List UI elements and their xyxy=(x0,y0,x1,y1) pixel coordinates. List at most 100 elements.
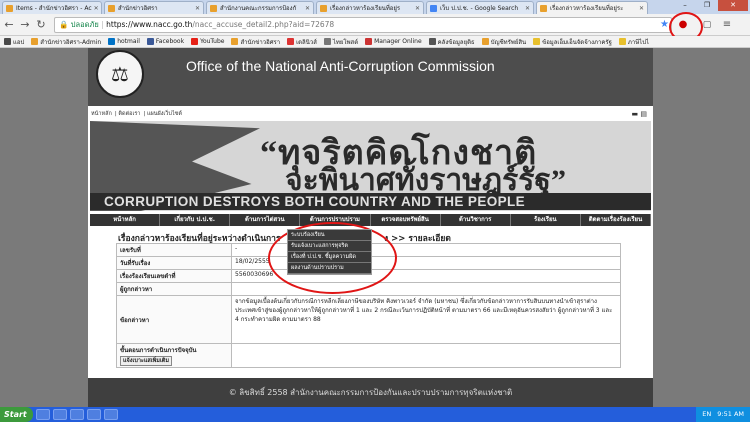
bookmark-item[interactable]: hotmail xyxy=(108,38,140,45)
site-favicon xyxy=(108,4,115,12)
nav-about[interactable]: เกี่ยวกับ ป.ป.ช. xyxy=(160,214,231,226)
table-row: ข้อกล่าวหา จากข้อมูลเบื้องต้นเกี่ยวกับกรณ… xyxy=(116,295,621,344)
top-links: หน้าหลัก | ติดต่อเรา | แผนผังเว็บไซต์ xyxy=(91,111,182,117)
browser-tab[interactable]: เรื่องกล่าวหาร้องเรียนที่อยู่ร ✕ xyxy=(316,1,424,14)
table-row: ขั้นตอนการดำเนินการปัจจุบัน แจ้งเบาะแสเพิ… xyxy=(116,343,621,368)
windows-taskbar: Start EN 9:51 AM xyxy=(0,407,750,422)
browser-tab-active[interactable]: เรื่องกล่าวหาร้องเรียนที่อยู่ระ ✕ xyxy=(536,1,648,14)
browser-tab[interactable]: เว็บ ป.ป.ช. - Google Search ✕ xyxy=(426,1,534,14)
taskbar-app-icon[interactable] xyxy=(69,409,84,420)
browser-tab[interactable]: สำนักข่าวอิศรา ✕ xyxy=(104,1,204,14)
dropdown-item[interactable]: รับแจ้งเบาะแสการทุจริต xyxy=(288,241,371,252)
main-nav: หน้าหลัก เกี่ยวกับ ป.ป.ช. ด้านการไต่สวน … xyxy=(90,214,651,226)
print-icon[interactable]: ▤ xyxy=(640,110,647,118)
field-label: เรื่องร้องเรียนเลขดำที่ xyxy=(116,269,232,283)
browser-tab[interactable]: Items - สำนักข่าวอิศรา - Ac ✕ xyxy=(2,1,102,14)
forward-arrow-icon[interactable]: → xyxy=(18,18,32,32)
report-more-button[interactable]: แจ้งเบาะแสเพิ่มเติม xyxy=(120,356,172,366)
folder-icon xyxy=(618,38,626,45)
language-indicator[interactable]: EN xyxy=(702,407,711,422)
bookmark-item[interactable]: ไทยโพสต์ xyxy=(323,37,358,47)
nav-track-complaint[interactable]: ติดตามเรื่องร้องเรียน xyxy=(581,214,651,226)
taskbar-app-icon[interactable] xyxy=(52,409,67,420)
hero-banner: “ทุจริตคิดโกงชาติ จะพินาศทั้งราษฎร์รัฐ” … xyxy=(90,121,651,211)
nacc-seal-logo[interactable]: ⚖ xyxy=(96,50,144,98)
dropdown-item[interactable]: ระบบร้องเรียน xyxy=(288,230,371,241)
link-home[interactable]: หน้าหลัก xyxy=(91,111,112,117)
field-label: วันที่รับเรื่อง xyxy=(116,256,232,270)
site-favicon xyxy=(210,4,217,12)
google-favicon xyxy=(430,4,437,12)
bookmark-item[interactable]: แอป xyxy=(4,37,24,47)
bookmark-item[interactable]: คลังข้อมูลยุติธ xyxy=(428,37,475,47)
site-title: Office of the National Anti-Corruption C… xyxy=(186,58,495,74)
nav-investigation[interactable]: ด้านการไต่สวน xyxy=(230,214,301,226)
bookmark-item[interactable]: บัญชีทรัพย์สิน xyxy=(481,37,526,47)
close-tab-icon[interactable]: ✕ xyxy=(303,5,310,12)
nav-dropdown-menu: ระบบร้องเรียน รับแจ้งเบาะแสการทุจริต เรื… xyxy=(287,229,372,275)
bookmark-favicon xyxy=(231,38,239,45)
dropdown-item[interactable]: เรื่องที่ ป.ป.ช. ชี้มูลความผิด xyxy=(288,252,371,263)
browser-tab-strip: Items - สำนักข่าวอิศรา - Ac ✕ สำนักข่าวอิ… xyxy=(0,0,750,14)
address-bar[interactable]: 🔒 ปลอดภัย | https://www.nacc.go.th/nacc_… xyxy=(54,17,672,33)
url-path: /nacc_accuse_detail2.php?aid=72678 xyxy=(192,20,335,29)
bookmark-item[interactable]: Facebook xyxy=(146,38,184,45)
hero-slogan: CORRUPTION DESTROYS BOTH COUNTRY AND THE… xyxy=(90,193,651,210)
bookmark-favicon xyxy=(481,38,489,45)
taskbar-app-icon[interactable] xyxy=(103,409,118,420)
close-window-button[interactable]: ✕ xyxy=(718,0,748,11)
dropdown-item[interactable]: ผลงานด้านปราบปราม xyxy=(288,263,371,274)
nav-assets[interactable]: ตรวจสอบทรัพย์สิน xyxy=(371,214,441,226)
menu-icon[interactable]: ≡ xyxy=(720,18,734,32)
url-host: https://www.nacc.go.th xyxy=(106,20,193,29)
taskbar-app-icon[interactable] xyxy=(35,409,50,420)
minimize-button[interactable]: – xyxy=(674,0,696,11)
text-size-icon[interactable]: ▬ xyxy=(632,110,639,118)
site-header: ⚖ Office of the National Anti-Corruption… xyxy=(88,48,653,106)
maximize-button[interactable]: ❐ xyxy=(696,0,718,11)
nav-academic[interactable]: ด้านวิชาการ xyxy=(441,214,511,226)
reload-icon[interactable]: ↻ xyxy=(34,18,48,32)
close-tab-icon[interactable]: ✕ xyxy=(637,5,644,12)
nav-home[interactable]: หน้าหลัก xyxy=(90,214,161,226)
nav-complaint[interactable]: ร้องเรียน xyxy=(511,214,581,226)
bookmark-favicon xyxy=(365,38,373,45)
bookmark-favicon xyxy=(31,38,39,45)
bookmark-item[interactable]: YouTube xyxy=(191,38,224,45)
close-tab-icon[interactable]: ✕ xyxy=(92,5,99,12)
bookmark-item[interactable]: ข้อมูลเอ็มเอ็นจัดจ้างภาครัฐ xyxy=(533,37,612,47)
close-tab-icon[interactable]: ✕ xyxy=(523,5,530,12)
browser-tab[interactable]: สำนักงานคณะกรรมการป้องกั ✕ xyxy=(206,1,314,14)
back-arrow-icon[interactable]: ← xyxy=(2,18,16,32)
close-tab-icon[interactable]: ✕ xyxy=(413,5,420,12)
bookmark-star-icon[interactable]: ★ xyxy=(660,18,669,32)
utility-icons: ▬ ▤ xyxy=(632,110,647,118)
lock-icon: 🔒 xyxy=(59,20,69,29)
link-sitemap[interactable]: แผนผังเว็บไซต์ xyxy=(147,111,182,117)
link-contact[interactable]: ติดต่อเรา xyxy=(118,111,140,117)
bookmark-item[interactable]: สำนักข่าวอิศรา-Admin xyxy=(31,37,101,47)
field-value: จากข้อมูลเบื้องต้นเกี่ยวกับกรณีการหลีกเล… xyxy=(231,295,621,344)
taskbar-app-icon[interactable] xyxy=(86,409,101,420)
clock[interactable]: 9:51 AM xyxy=(717,407,744,422)
bookmark-favicon xyxy=(287,38,295,45)
start-button[interactable]: Start xyxy=(0,407,33,422)
bookmark-item[interactable]: สำนักข่าวอิศรา xyxy=(231,37,280,47)
bookmark-item[interactable]: ภาษีไปไ xyxy=(618,37,649,47)
hotmail-icon xyxy=(108,38,116,45)
field-label: ผู้ถูกกล่าวหา xyxy=(116,282,232,296)
apps-icon xyxy=(4,38,11,45)
field-value xyxy=(231,343,621,368)
browser-toolbar: ← → ↻ 🔒 ปลอดภัย | https://www.nacc.go.th… xyxy=(0,14,750,36)
site-favicon xyxy=(540,4,547,12)
web-page: ⚖ Office of the National Anti-Corruption… xyxy=(88,48,653,407)
facebook-icon xyxy=(146,38,154,45)
window-controls: – ❐ ✕ xyxy=(674,0,748,11)
bookmark-item[interactable]: เดลินิวส์ xyxy=(287,37,317,47)
close-tab-icon[interactable]: ✕ xyxy=(193,5,200,12)
youtube-icon xyxy=(191,38,199,45)
bookmark-item[interactable]: Manager Online xyxy=(365,38,422,45)
bookmark-favicon xyxy=(428,38,436,45)
site-favicon xyxy=(6,4,13,12)
secure-label: ปลอดภัย xyxy=(70,20,99,29)
